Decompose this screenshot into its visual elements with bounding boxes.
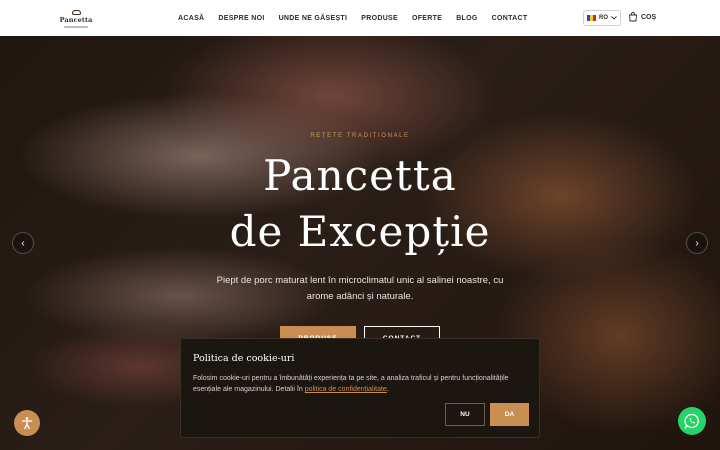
chevron-left-icon: ‹ <box>21 237 25 249</box>
accessibility-icon <box>21 417 33 430</box>
nav-item-despre-noi[interactable]: DESPRE NOI <box>218 15 264 22</box>
hero-title-line-1: Pancetta <box>263 151 457 200</box>
nav-item-contact[interactable]: CONTACT <box>492 15 528 22</box>
cart-button[interactable]: COȘ <box>628 12 656 22</box>
privacy-policy-link[interactable]: politica de confidențialitate <box>305 386 387 393</box>
pig-logo-icon <box>71 9 81 15</box>
chevron-right-icon: › <box>695 237 699 249</box>
logo-subtitle-bar <box>64 25 88 28</box>
slider-next-button[interactable]: › <box>686 232 708 254</box>
nav-item-produse[interactable]: PRODUSE <box>361 15 398 22</box>
flag-icon <box>587 15 596 21</box>
hero-kicker: REȚETE TRADIȚIONALE <box>310 133 410 139</box>
cookie-accept-button[interactable]: DA <box>490 403 529 426</box>
whatsapp-button[interactable] <box>678 407 706 435</box>
nav-item-acasa[interactable]: ACASĂ <box>178 15 204 22</box>
cookie-decline-button[interactable]: NU <box>445 403 485 426</box>
nav-item-oferte[interactable]: OFERTE <box>412 15 442 22</box>
whatsapp-icon <box>684 413 699 429</box>
main-nav: ACASĂ DESPRE NOI UNDE NE GĂSEȘTI PRODUSE… <box>178 0 527 36</box>
cart-label: COȘ <box>641 13 657 21</box>
shopping-bag-icon <box>629 12 637 22</box>
cookie-text-end: . <box>386 386 389 393</box>
language-code: RO <box>599 15 608 21</box>
accessibility-button[interactable] <box>14 410 40 436</box>
chevron-down-icon <box>611 16 617 20</box>
slider-prev-button[interactable]: ‹ <box>12 232 34 254</box>
cookie-title: Politica de cookie-uri <box>193 353 295 364</box>
language-selector[interactable]: RO <box>583 10 621 26</box>
hero-description: Piept de porc maturat lent în microclima… <box>216 275 504 302</box>
nav-item-unde-ne-gasesti[interactable]: UNDE NE GĂSEȘTI <box>279 15 348 22</box>
logo-text: Pancetta <box>59 15 93 24</box>
hero-title-line-2: de Excepție <box>229 207 491 256</box>
cookie-text: Folosim cookie-uri pentru a îmbunătăți e… <box>193 373 528 395</box>
cookie-banner: Politica de cookie-uri Folosim cookie-ur… <box>180 338 540 438</box>
nav-item-blog[interactable]: BLOG <box>456 15 477 22</box>
hero-title: Pancetta de Excepție <box>0 148 720 260</box>
site-header: Pancetta ACASĂ DESPRE NOI UNDE NE GĂSEȘT… <box>0 0 720 36</box>
site-logo[interactable]: Pancetta <box>59 7 93 30</box>
